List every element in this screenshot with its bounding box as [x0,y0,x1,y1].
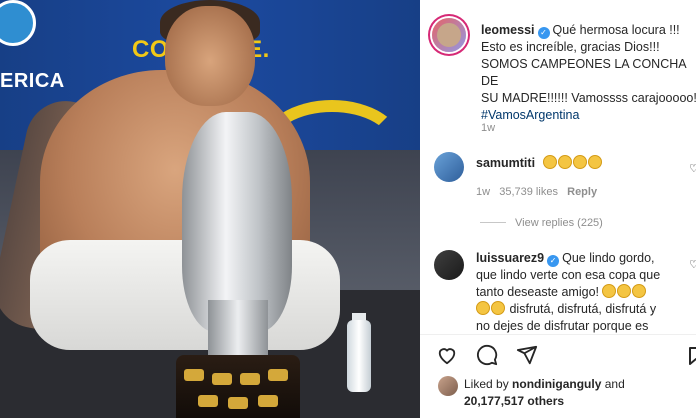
comment-line-3: tanto deseaste amigo! [476,285,599,299]
caption-line-1: Qué hermosa locura !!! [552,23,680,37]
banner-text-left: ERICA [0,70,65,92]
likes-summary: Liked by nondiniganguly and 20,177,517 o… [464,376,694,410]
player-head [165,6,255,106]
caption-line-3: SOMOS CAMPEONES LA CONCHA DE [481,57,686,88]
likes-prefix: Liked by [464,377,509,391]
comment-like-heart-icon[interactable]: ♡ [689,258,696,271]
verified-icon: ✓ [537,27,550,39]
caption-line-2: Esto es increíble, gracias Dios!!! [481,40,660,54]
likes-count[interactable]: 20,177,517 others [464,394,564,408]
clap-emoji-icon [542,155,603,170]
comment-luissuarez9: luissuarez9 ✓ Que lindo gordo, que lindo v… [476,250,690,335]
comment-line-5: no dejes de disfrutar porque es [476,319,649,333]
water-bottle [347,320,371,392]
comment-meta: 1w 35,739 likes Reply [476,184,597,201]
commenter-username[interactable]: luissuarez9 [476,251,544,265]
bookmark-icon[interactable] [688,346,696,366]
commenter-username[interactable]: samumtiti [476,156,535,170]
author-avatar[interactable] [432,18,466,52]
comment-likes[interactable]: 35,739 likes [499,186,558,198]
comment-line-4: disfrutá, disfrutá, disfrutá y [509,302,657,316]
post-side-panel: leomessi ✓ Qué hermosa locura !!! Esto es … [420,0,696,418]
comment-time: 1w [476,186,491,198]
clap-emoji-icon [602,284,647,299]
trophy-stem [208,300,268,360]
verified-icon: ✓ [547,255,560,267]
heart-icon[interactable] [436,344,458,366]
post-photo[interactable]: VA CON ONTE. ERICA [0,0,420,418]
post-time: 1w [481,122,496,134]
actions-divider [420,334,696,335]
replies-divider [480,222,506,223]
liker-avatar[interactable] [438,376,458,396]
trophy-base [176,355,300,418]
comment-line-1: Que lindo gordo, [562,251,655,265]
comment-line-2: que lindo verte con esa copa que [476,268,661,282]
trophy-cup [182,112,292,332]
liker-username[interactable]: nondiniganguly [512,377,601,391]
clap-emoji-icon [476,301,506,316]
caption-line-4: SU MADRE!!!!!! Vamossss carajooooo! [481,91,696,105]
likes-and: and [604,377,625,391]
hashtag-link[interactable]: #VamosArgentina [481,108,579,122]
commenter-avatar-luissuarez9[interactable] [434,250,464,280]
post-action-bar [436,344,538,370]
author-username[interactable]: leomessi [481,23,535,37]
commenter-avatar-samumtiti[interactable] [434,152,464,182]
view-replies-button[interactable]: View replies (225) [515,215,603,232]
reply-button[interactable]: Reply [567,186,597,198]
share-icon[interactable] [516,344,538,366]
comment-samumtiti: samumtiti [476,155,686,172]
comment-like-heart-icon[interactable]: ♡ [689,162,696,175]
post-caption: leomessi ✓ Qué hermosa locura !!! Esto es … [481,22,696,124]
comment-icon[interactable] [476,344,498,366]
